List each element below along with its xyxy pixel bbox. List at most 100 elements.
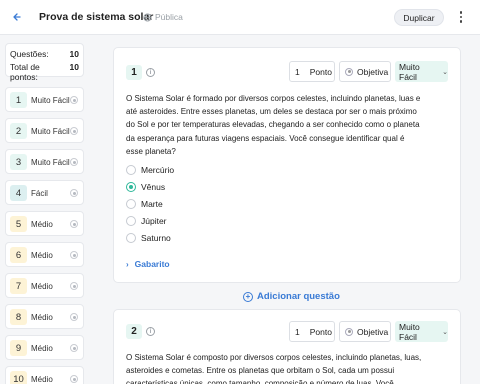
add-question-button[interactable]: + Adicionar questão (243, 291, 340, 302)
question-number: 1 (10, 92, 27, 108)
question-nav-item[interactable]: 7 Médio (5, 273, 84, 298)
option-item[interactable]: Saturno (126, 233, 171, 243)
status-dot-icon (70, 375, 78, 383)
question-difficulty: Muito Fácil (31, 127, 70, 136)
question-difficulty: Médio (31, 282, 53, 291)
points-label: Ponto (309, 66, 332, 77)
question-difficulty: Fácil (31, 189, 48, 198)
points-field[interactable]: 1 Ponto (289, 61, 335, 82)
app-header: Prova de sistema solar Pública Duplicar (0, 0, 480, 35)
option-label: Marte (141, 199, 163, 209)
more-vertical-icon (459, 11, 463, 23)
question-type-select[interactable]: Objetiva (339, 321, 391, 342)
option-item[interactable]: Marte (126, 199, 163, 209)
chevron-right-icon: › (126, 259, 129, 269)
questions-count-value: 10 (69, 49, 79, 59)
visibility-label: Pública (155, 12, 183, 22)
points-value: 1 (295, 326, 300, 337)
difficulty-label: Muito Fácil (399, 321, 420, 342)
info-icon[interactable]: i (146, 327, 155, 336)
question-card: 1 i 1 Ponto Objetiva Muito Fácil ⌄ O Sis… (113, 47, 461, 283)
question-difficulty: Médio (31, 220, 53, 229)
question-type-label: Objetiva (357, 326, 389, 337)
question-nav-item[interactable]: 10 Médio (5, 366, 84, 384)
total-points-label: Total de pontos: (10, 62, 40, 82)
answer-key-toggle[interactable]: › Gabarito (126, 259, 170, 269)
status-dot-icon (70, 251, 78, 259)
difficulty-select[interactable]: Muito Fácil ⌄ (395, 61, 448, 82)
question-number: 3 (10, 154, 27, 170)
status-dot-icon (70, 313, 78, 321)
question-difficulty: Muito Fácil (31, 158, 70, 167)
plus-circle-icon: + (243, 291, 253, 302)
status-dot-icon (70, 127, 78, 135)
question-number: 7 (10, 278, 27, 294)
option-item[interactable]: Júpiter (126, 216, 167, 226)
question-number: 10 (10, 371, 27, 384)
status-dot-icon (70, 282, 78, 290)
question-type-select[interactable]: Objetiva (339, 61, 391, 82)
option-radio[interactable] (126, 233, 136, 243)
option-radio[interactable] (126, 216, 136, 226)
option-label: Saturno (141, 233, 171, 243)
difficulty-label: Muito Fácil (399, 61, 420, 82)
question-difficulty: Médio (31, 375, 53, 384)
status-dot-icon (70, 220, 78, 228)
status-dot-icon (70, 96, 78, 104)
visibility-status[interactable]: Pública (143, 12, 183, 22)
points-field[interactable]: 1 Ponto (289, 321, 335, 342)
question-number: 4 (10, 185, 27, 201)
globe-icon (143, 12, 152, 22)
more-menu-button[interactable] (456, 10, 466, 24)
option-radio[interactable] (126, 199, 136, 209)
question-number-badge: 1 (126, 65, 142, 80)
option-label: Júpiter (141, 216, 167, 226)
radio-type-icon (345, 327, 353, 336)
question-type-label: Objetiva (357, 66, 389, 77)
option-item[interactable]: Mercúrio (126, 165, 174, 175)
question-difficulty: Muito Fácil (31, 96, 70, 105)
back-button[interactable] (10, 10, 24, 24)
question-difficulty: Médio (31, 251, 53, 260)
points-value: 1 (295, 66, 300, 77)
option-radio[interactable] (126, 165, 136, 175)
question-nav-item[interactable]: 4 Fácil (5, 180, 84, 205)
option-radio-selected[interactable] (126, 182, 136, 192)
question-text: O Sistema Solar é composto por diversos … (126, 353, 422, 384)
question-nav-item[interactable]: 3 Muito Fácil (5, 149, 84, 174)
question-nav-item[interactable]: 8 Médio (5, 304, 84, 329)
question-number: 6 (10, 247, 27, 263)
question-nav-item[interactable]: 2 Muito Fácil (5, 118, 84, 143)
status-dot-icon (70, 344, 78, 352)
info-icon[interactable]: i (146, 68, 155, 77)
question-nav-item[interactable]: 6 Médio (5, 242, 84, 267)
option-item[interactable]: Vênus (126, 182, 165, 192)
question-nav-item[interactable]: 9 Médio (5, 335, 84, 360)
question-difficulty: Médio (31, 313, 53, 322)
points-label: Ponto (309, 326, 332, 337)
question-number: 5 (10, 216, 27, 232)
exam-summary: Questões: 10 Total de pontos: 10 (5, 43, 84, 82)
question-number: 8 (10, 309, 27, 325)
radio-type-icon (345, 67, 353, 76)
option-label: Vênus (141, 182, 166, 192)
difficulty-select[interactable]: Muito Fácil ⌄ (395, 321, 448, 342)
total-points-value: 10 (69, 62, 79, 72)
status-dot-icon (70, 158, 78, 166)
arrow-left-icon (13, 13, 21, 21)
question-nav-item[interactable]: 5 Médio (5, 211, 84, 236)
question-nav-item[interactable]: 1 Muito Fácil (5, 87, 84, 112)
page-title: Prova de sistema solar (39, 11, 154, 23)
answer-key-label: Gabarito (134, 259, 170, 269)
question-card: 2 i 1 Ponto Objetiva Muito Fácil ⌄ O Sis… (113, 309, 461, 384)
add-question-label: Adicionar questão (257, 291, 340, 302)
chevron-down-icon: ⌄ (442, 68, 448, 76)
question-text: O Sistema Solar é formado por diversos c… (126, 94, 421, 156)
questions-count-label: Questões: (10, 49, 49, 59)
status-dot-icon (70, 189, 78, 197)
question-difficulty: Médio (31, 344, 53, 353)
question-number: 2 (10, 123, 27, 139)
question-number: 9 (10, 340, 27, 356)
option-label: Mercúrio (141, 165, 175, 175)
duplicate-button[interactable]: Duplicar (394, 9, 444, 26)
